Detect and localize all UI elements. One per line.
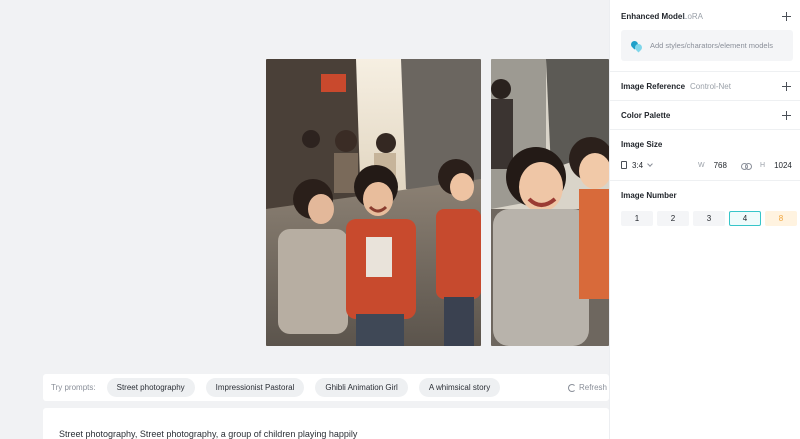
generated-image-2[interactable] [491,59,609,346]
prompt-chip-impressionist-pastoral[interactable]: Impressionist Pastoral [205,378,305,397]
street-photo-image [266,59,481,346]
enhanced-model-title: Enhanced Model [621,12,685,21]
image-number-option-8[interactable]: 8 [765,211,797,226]
portrait-ratio-icon [621,161,627,169]
image-number-option-2[interactable]: 2 [657,211,689,226]
image-reference-subtitle: Control-Net [690,81,731,91]
image-number-option-4[interactable]: 4 [729,211,761,226]
try-prompts-bar: Try prompts: Street photography Impressi… [43,374,609,401]
refresh-icon [567,383,576,392]
image-number-options: 1 2 3 4 8 [621,211,797,226]
preview-canvas: Try prompts: Street photography Impressi… [0,0,609,439]
prompt-chip-street-photography[interactable]: Street photography [106,378,195,397]
image-size-title: Image Size [621,140,663,149]
add-color-palette-plus-icon[interactable] [782,111,791,120]
drops-icon [629,39,644,53]
enhanced-model-section: Enhanced Model LoRA Add styles/charators… [610,0,800,72]
refresh-button[interactable]: Refresh [567,383,607,392]
image-size-row: 3:4 W 768 H 1024 [621,158,792,172]
image-number-title: Image Number [621,191,677,200]
add-models-label: Add styles/charators/element models [650,41,773,50]
prompt-input[interactable]: Street photography, Street photography, … [43,408,609,439]
height-label: H [760,161,766,169]
color-palette-title: Color Palette [621,110,671,120]
width-value[interactable]: 768 [714,161,727,170]
settings-panel: Enhanced Model LoRA Add styles/charators… [609,0,800,439]
image-number-option-3[interactable]: 3 [693,211,725,226]
ratio-select-value[interactable]: 3:4 [632,161,643,170]
refresh-label: Refresh [578,383,607,392]
height-value[interactable]: 1024 [774,161,792,170]
image-reference-title: Image Reference [621,81,686,91]
color-palette-section[interactable]: Color Palette [610,101,800,130]
try-prompts-label: Try prompts: [51,383,96,392]
aspect-lock-button[interactable] [741,162,752,170]
image-number-section: Image Number 1 2 3 4 8 [610,181,800,231]
link-icon [741,162,752,170]
prompt-chip-ghibli-animation-girl[interactable]: Ghibli Animation Girl [315,378,408,397]
enhanced-model-subtitle: LoRA [683,12,704,21]
image-size-section: Image Size 3:4 W 768 H 1024 [610,130,800,181]
prompt-chip-whimsical-story[interactable]: A whimsical story [418,378,501,397]
image-reference-section[interactable]: Image Reference Control-Net [610,72,800,101]
street-photo-image [491,59,609,346]
add-models-button[interactable]: Add styles/charators/element models [621,30,793,61]
chevron-down-icon[interactable] [647,160,653,167]
add-enhanced-model-plus-icon[interactable] [782,12,791,21]
width-field[interactable]: W 768 [698,161,727,170]
height-field[interactable]: H 1024 [760,161,792,170]
add-image-reference-plus-icon[interactable] [782,82,791,91]
image-number-option-1[interactable]: 1 [621,211,653,226]
prompt-text[interactable]: Street photography, Street photography, … [59,429,357,439]
width-label: W [698,161,705,169]
generated-image-1[interactable] [266,59,481,346]
